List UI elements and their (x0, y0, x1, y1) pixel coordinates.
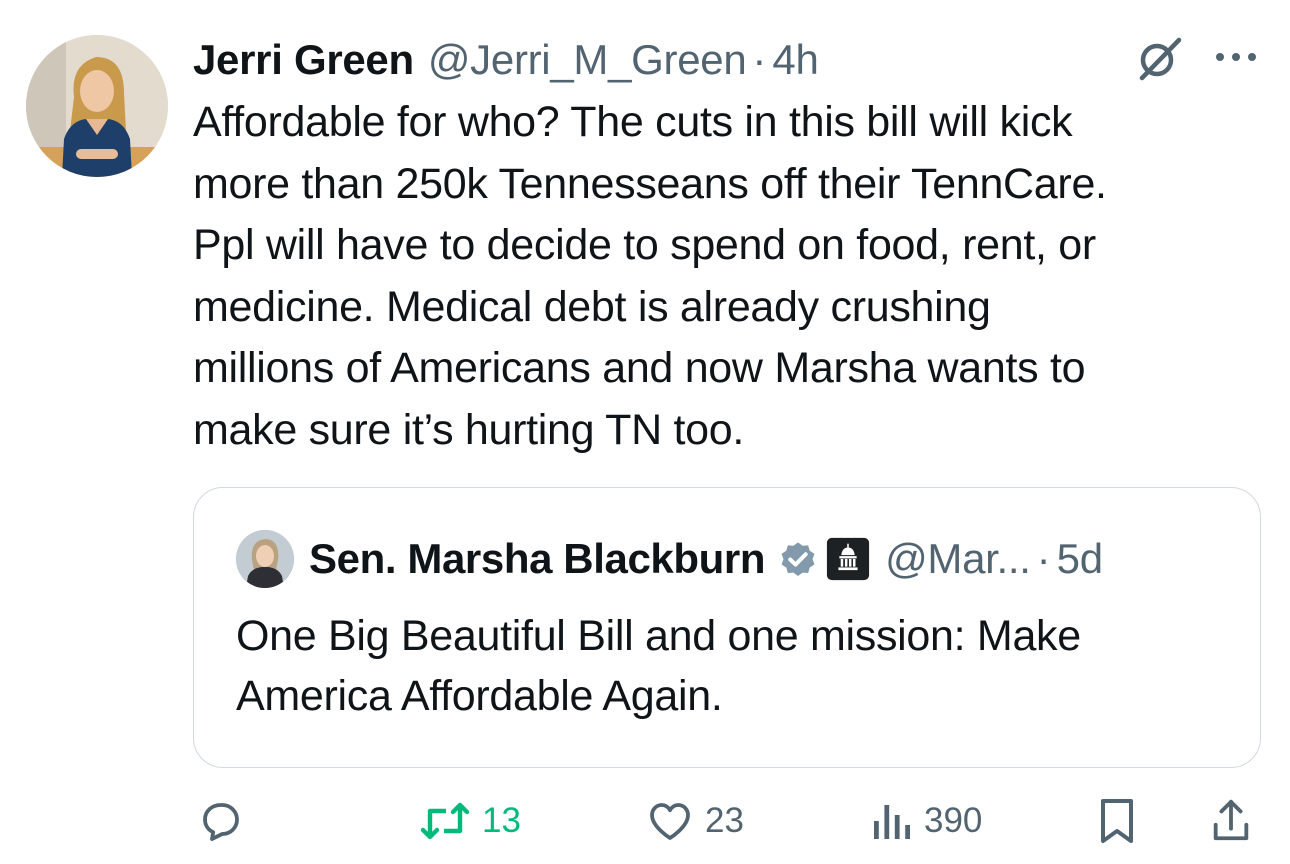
views-button[interactable]: 390 (870, 790, 982, 852)
verified-badge-icon[interactable] (777, 538, 819, 580)
author-handle[interactable]: @Jerri_M_Green (428, 36, 747, 84)
retweet-button[interactable]: 13 (418, 790, 521, 852)
tweet-timestamp[interactable]: 4h (772, 36, 818, 84)
quoted-author-handle: @Mar... (885, 535, 1031, 582)
bookmark-button[interactable] (1093, 790, 1141, 852)
retweet-icon (420, 802, 470, 840)
quoted-tweet-card[interactable]: Sen. Marsha Blackburn @Mar... · 5d One B… (193, 487, 1261, 768)
like-count: 23 (705, 801, 744, 840)
quoted-tweet-timestamp: 5d (1056, 535, 1103, 582)
grok-icon[interactable] (1133, 36, 1185, 82)
avatar-image (26, 35, 168, 177)
share-button[interactable] (1208, 790, 1254, 852)
tweet-text: Affordable for who? The cuts in this bil… (193, 98, 1107, 454)
views-icon (874, 805, 910, 839)
like-button[interactable]: 23 (645, 790, 744, 852)
quoted-avatar-image (236, 530, 294, 588)
reply-button[interactable] (196, 790, 254, 852)
tweet-action-bar: 13 23 390 (0, 790, 1290, 860)
reply-icon (203, 803, 239, 841)
author-avatar[interactable] (26, 35, 168, 177)
retweet-count: 13 (482, 801, 521, 840)
quoted-author-avatar (236, 530, 294, 588)
quoted-separator-dot: · (1036, 535, 1051, 582)
author-display-name[interactable]: Jerri Green (193, 36, 414, 84)
quoted-tweet-text: One Big Beautiful Bill and one mission: … (236, 612, 1081, 720)
share-icon (1213, 799, 1249, 841)
quoted-author-display-name: Sen. Marsha Blackburn (309, 535, 766, 582)
tweet-header: Jerri Green @Jerri_M_Green · 4h (193, 30, 819, 90)
government-affiliation-icon[interactable] (825, 536, 871, 582)
separator-dot: · (752, 36, 767, 83)
heart-icon (650, 803, 690, 840)
more-options-icon[interactable] (1212, 42, 1260, 72)
views-count: 390 (924, 801, 983, 840)
bookmark-icon (1101, 799, 1133, 843)
quoted-tweet-header: Sen. Marsha Blackburn @Mar... · 5d (309, 528, 1103, 590)
